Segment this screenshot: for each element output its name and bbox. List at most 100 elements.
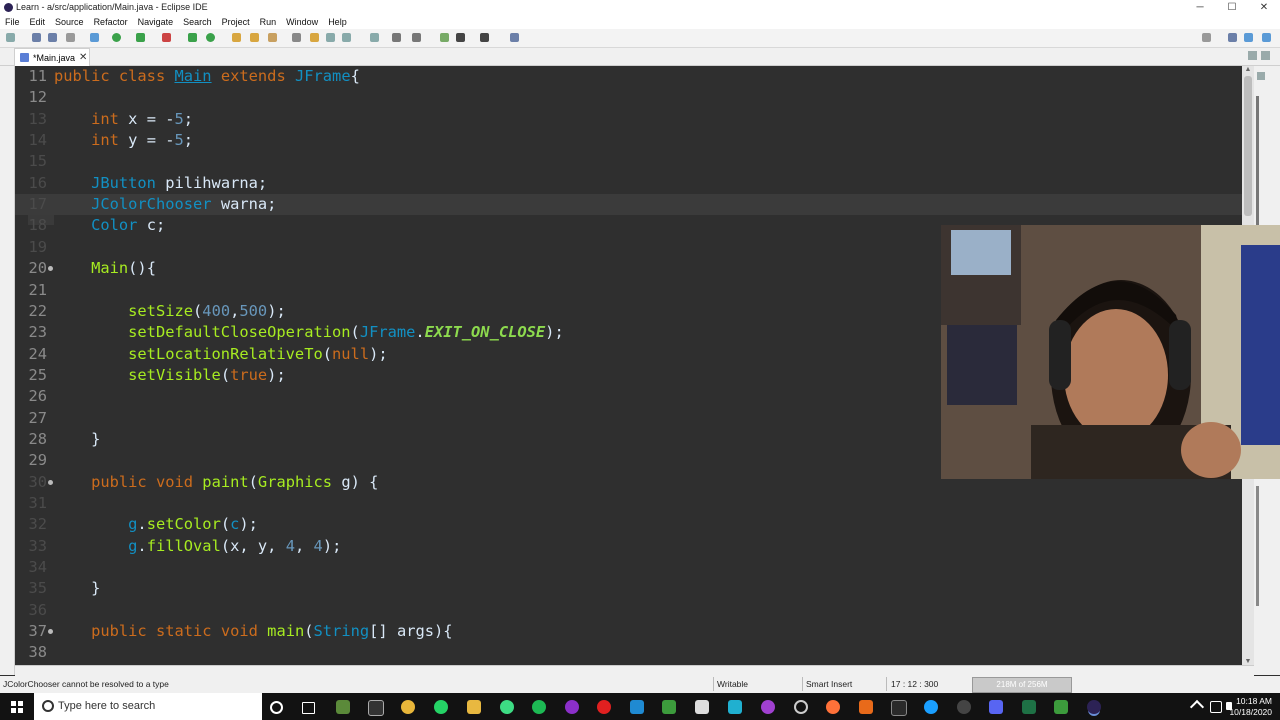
java-perspective-icon[interactable] — [1244, 33, 1253, 42]
code-line[interactable]: 32 g.setColor(c); — [15, 514, 1242, 535]
editor-horizontal-scrollbar[interactable] — [15, 665, 1254, 676]
code-line[interactable]: 33 g.fillOval(x, y, 4, 4); — [15, 536, 1242, 557]
fold-icon[interactable] — [48, 629, 53, 635]
block-select-icon[interactable] — [326, 33, 335, 42]
menu-edit[interactable]: Edit — [25, 15, 51, 29]
menu-search[interactable]: Search — [178, 15, 217, 29]
sublime-icon[interactable] — [859, 700, 873, 714]
whitespace-icon[interactable] — [342, 33, 351, 42]
toggle-mark-icon[interactable] — [292, 33, 301, 42]
opera-icon[interactable] — [597, 700, 611, 714]
terminal-icon[interactable] — [510, 33, 519, 42]
menu-window[interactable]: Window — [281, 15, 323, 29]
insert-mode-status[interactable]: Smart Insert — [806, 679, 852, 689]
taskbar-search[interactable]: Type here to search — [34, 693, 262, 720]
whatsapp-icon[interactable] — [434, 700, 448, 714]
external-tools-icon[interactable] — [162, 33, 171, 42]
minimize-button[interactable]: ─ — [1184, 0, 1216, 15]
code-line[interactable]: 17 JColorChooser warna; — [15, 194, 1242, 216]
android-icon[interactable] — [500, 700, 514, 714]
close-button[interactable]: ✕ — [1248, 0, 1280, 15]
code-line[interactable]: 16 JButton pilihwarna; — [15, 173, 1242, 194]
annotation-icon[interactable] — [310, 33, 319, 42]
vscode-icon[interactable] — [630, 700, 644, 714]
new-icon[interactable] — [6, 33, 15, 42]
code-line[interactable]: 11 public class Main extends JFrame{ — [15, 66, 1242, 87]
quick-access-icon[interactable] — [1202, 33, 1211, 42]
forward-icon[interactable] — [480, 33, 489, 42]
tray-expand-icon[interactable] — [1189, 699, 1205, 715]
code-line[interactable]: 36 — [15, 600, 1242, 621]
next-annotation-icon[interactable] — [392, 33, 401, 42]
excel-icon[interactable] — [1022, 700, 1036, 714]
network-icon[interactable] — [1210, 701, 1222, 713]
word-icon[interactable] — [695, 700, 709, 714]
scroll-thumb[interactable] — [1244, 76, 1252, 216]
heap-status[interactable]: 218M of 256M — [972, 677, 1072, 693]
code-line[interactable]: 37 public static void main(String[] args… — [15, 621, 1242, 642]
edge-icon[interactable] — [728, 700, 742, 714]
minimize-view-icon[interactable] — [1248, 51, 1257, 60]
coverage-icon[interactable] — [136, 33, 145, 42]
code-line[interactable]: 38 — [15, 642, 1242, 663]
print-icon[interactable] — [66, 33, 75, 42]
save-all-icon[interactable] — [48, 33, 57, 42]
code-line[interactable]: 31 — [15, 493, 1242, 514]
menu-run[interactable]: Run — [255, 15, 282, 29]
app-icon-4[interactable] — [1054, 700, 1068, 714]
fold-icon[interactable] — [48, 266, 53, 272]
cortana-icon[interactable] — [270, 701, 283, 714]
spotify-icon[interactable] — [532, 700, 546, 714]
scroll-up-icon[interactable]: ▲ — [1242, 66, 1254, 73]
back-icon[interactable] — [456, 33, 465, 42]
debug-perspective-icon[interactable] — [1262, 33, 1271, 42]
code-line[interactable]: 12 — [15, 87, 1242, 108]
prev-annotation-icon[interactable] — [412, 33, 421, 42]
eclipse-icon[interactable] — [1087, 700, 1101, 714]
maximize-button[interactable]: ☐ — [1216, 0, 1248, 15]
menu-source[interactable]: Source — [50, 15, 89, 29]
debug-icon[interactable] — [90, 33, 99, 42]
code-line[interactable]: 15 — [15, 151, 1242, 172]
taskbar-clock[interactable]: 10:18 AM 10/18/2020 — [1229, 696, 1272, 718]
run-icon[interactable] — [112, 33, 121, 42]
maximize-view-icon[interactable] — [1261, 51, 1270, 60]
menu-refactor[interactable]: Refactor — [89, 15, 133, 29]
fold-icon[interactable] — [48, 479, 53, 485]
app-icon-3[interactable] — [891, 700, 907, 716]
scroll-down-icon[interactable]: ▼ — [1242, 658, 1254, 665]
app-icon[interactable] — [368, 700, 384, 716]
minecraft-icon[interactable] — [336, 700, 350, 714]
settings-icon[interactable] — [924, 700, 938, 714]
new-package-icon[interactable] — [188, 33, 197, 42]
error-overview-icon[interactable] — [1257, 72, 1265, 80]
menu-project[interactable]: Project — [217, 15, 255, 29]
open-type-icon[interactable] — [232, 33, 241, 42]
obs-icon[interactable] — [794, 700, 808, 714]
tab-main-java[interactable]: *Main.java ✕ — [14, 48, 90, 66]
code-line[interactable]: 14 int y = -5; — [15, 130, 1242, 151]
notepad-icon[interactable] — [662, 700, 676, 714]
search-icon[interactable] — [268, 33, 277, 42]
pin-icon[interactable] — [370, 33, 379, 42]
last-edit-icon[interactable] — [440, 33, 449, 42]
open-perspective-icon[interactable] — [1228, 33, 1237, 42]
tab-close-icon[interactable]: ✕ — [79, 52, 87, 63]
menu-navigate[interactable]: Navigate — [133, 15, 179, 29]
firefox-icon[interactable] — [826, 700, 840, 714]
open-task-icon[interactable] — [250, 33, 259, 42]
menu-file[interactable]: File — [0, 15, 25, 29]
app-icon-2[interactable] — [761, 700, 775, 714]
eclipse-task-icon[interactable] — [957, 700, 971, 714]
new-class-icon[interactable] — [206, 33, 215, 42]
save-icon[interactable] — [32, 33, 41, 42]
code-line[interactable]: 13 int x = -5; — [15, 109, 1242, 130]
media-icon[interactable] — [565, 700, 579, 714]
chrome-icon[interactable] — [401, 700, 415, 714]
discord-icon[interactable] — [989, 700, 1003, 714]
start-button[interactable] — [0, 693, 34, 720]
code-line[interactable]: 34 — [15, 557, 1242, 578]
file-explorer-icon[interactable] — [467, 700, 481, 714]
code-line[interactable]: 35 } — [15, 578, 1242, 599]
task-view-icon[interactable] — [302, 702, 315, 714]
